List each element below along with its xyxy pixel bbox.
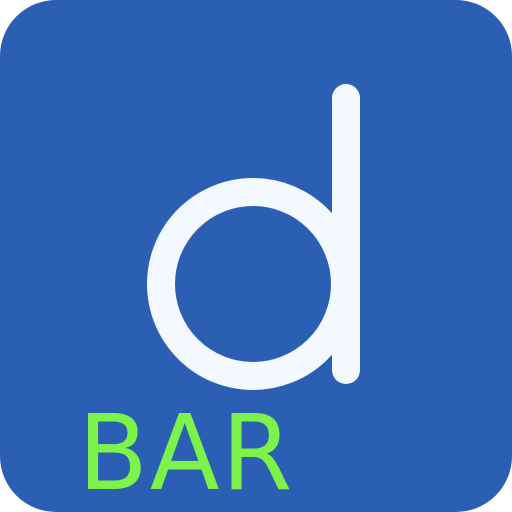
letter-d-bowl: [147, 178, 359, 390]
letter-d-stem: [332, 84, 360, 384]
app-icon[interactable]: BAR: [0, 0, 512, 512]
app-badge-label: BAR: [78, 392, 295, 512]
